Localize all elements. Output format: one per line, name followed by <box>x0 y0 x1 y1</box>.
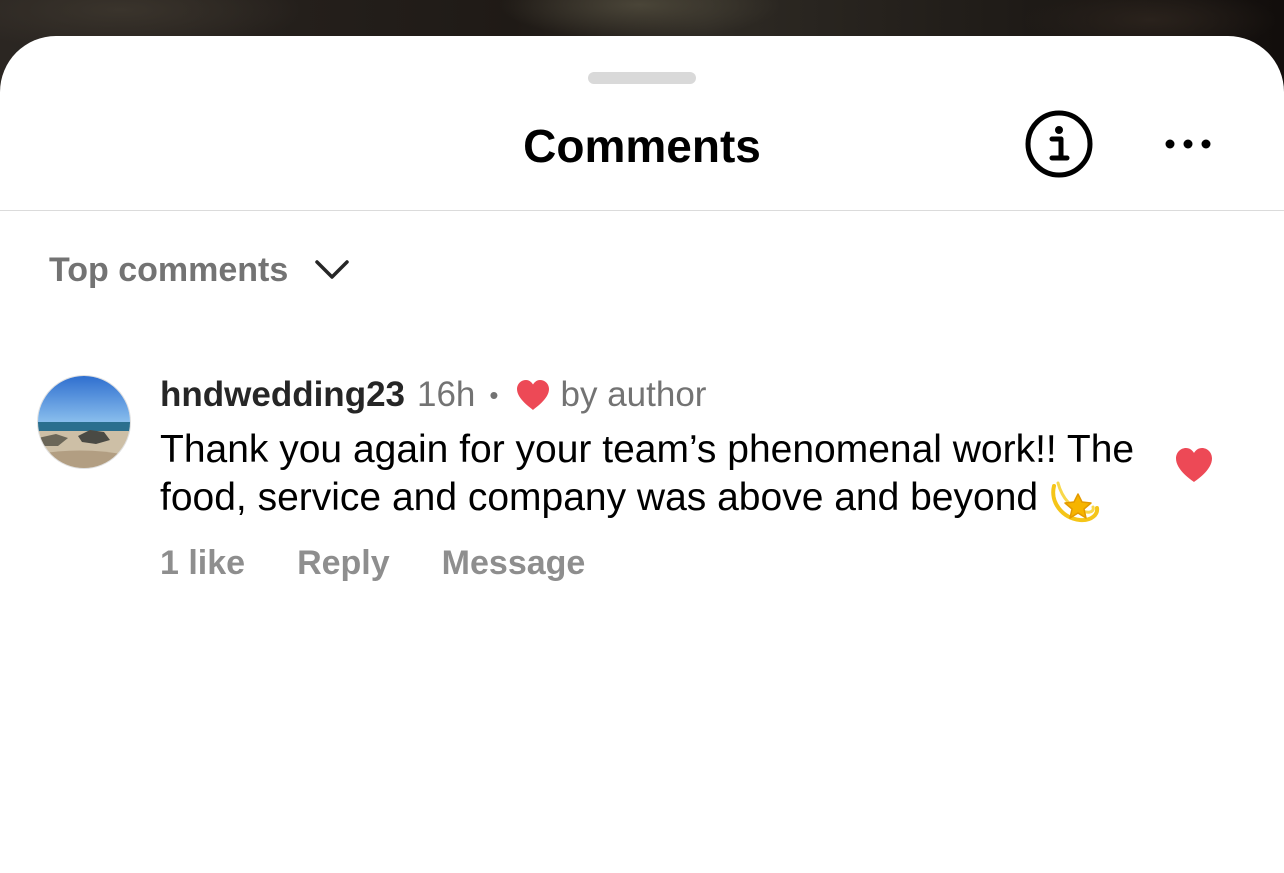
sort-dropdown[interactable]: Top comments <box>49 250 350 290</box>
info-circle-icon[interactable] <box>1023 108 1095 180</box>
comment-timestamp: 16h <box>417 375 476 414</box>
sheet-grabber-handle[interactable] <box>588 72 696 84</box>
dizzy-sparkle-emoji <box>1051 481 1100 523</box>
heart-icon <box>516 380 549 410</box>
sort-label: Top comments <box>49 250 289 289</box>
avatar[interactable] <box>37 375 131 469</box>
reply-button[interactable]: Reply <box>297 544 390 583</box>
author-badge-text: by author <box>560 375 707 414</box>
comment-meta: hndwedding23 16h • by author <box>160 370 1140 420</box>
comment-text: Thank you again for your team’s phenomen… <box>160 426 1140 528</box>
comment-username[interactable]: hndwedding23 <box>160 375 405 415</box>
comment-body: Thank you again for your team’s phenomen… <box>160 428 1135 519</box>
comment-actions: 1 like Reply Message <box>160 544 1140 583</box>
like-heart-icon[interactable] <box>1174 447 1214 483</box>
chevron-down-icon <box>315 260 350 279</box>
comment-item: hndwedding23 16h • by author Thank you a… <box>160 370 1140 583</box>
message-button[interactable]: Message <box>442 544 586 583</box>
likes-count[interactable]: 1 like <box>160 544 245 583</box>
header-divider <box>0 210 1284 211</box>
ellipsis-icon[interactable] <box>1160 130 1216 158</box>
meta-separator: • <box>489 379 499 410</box>
